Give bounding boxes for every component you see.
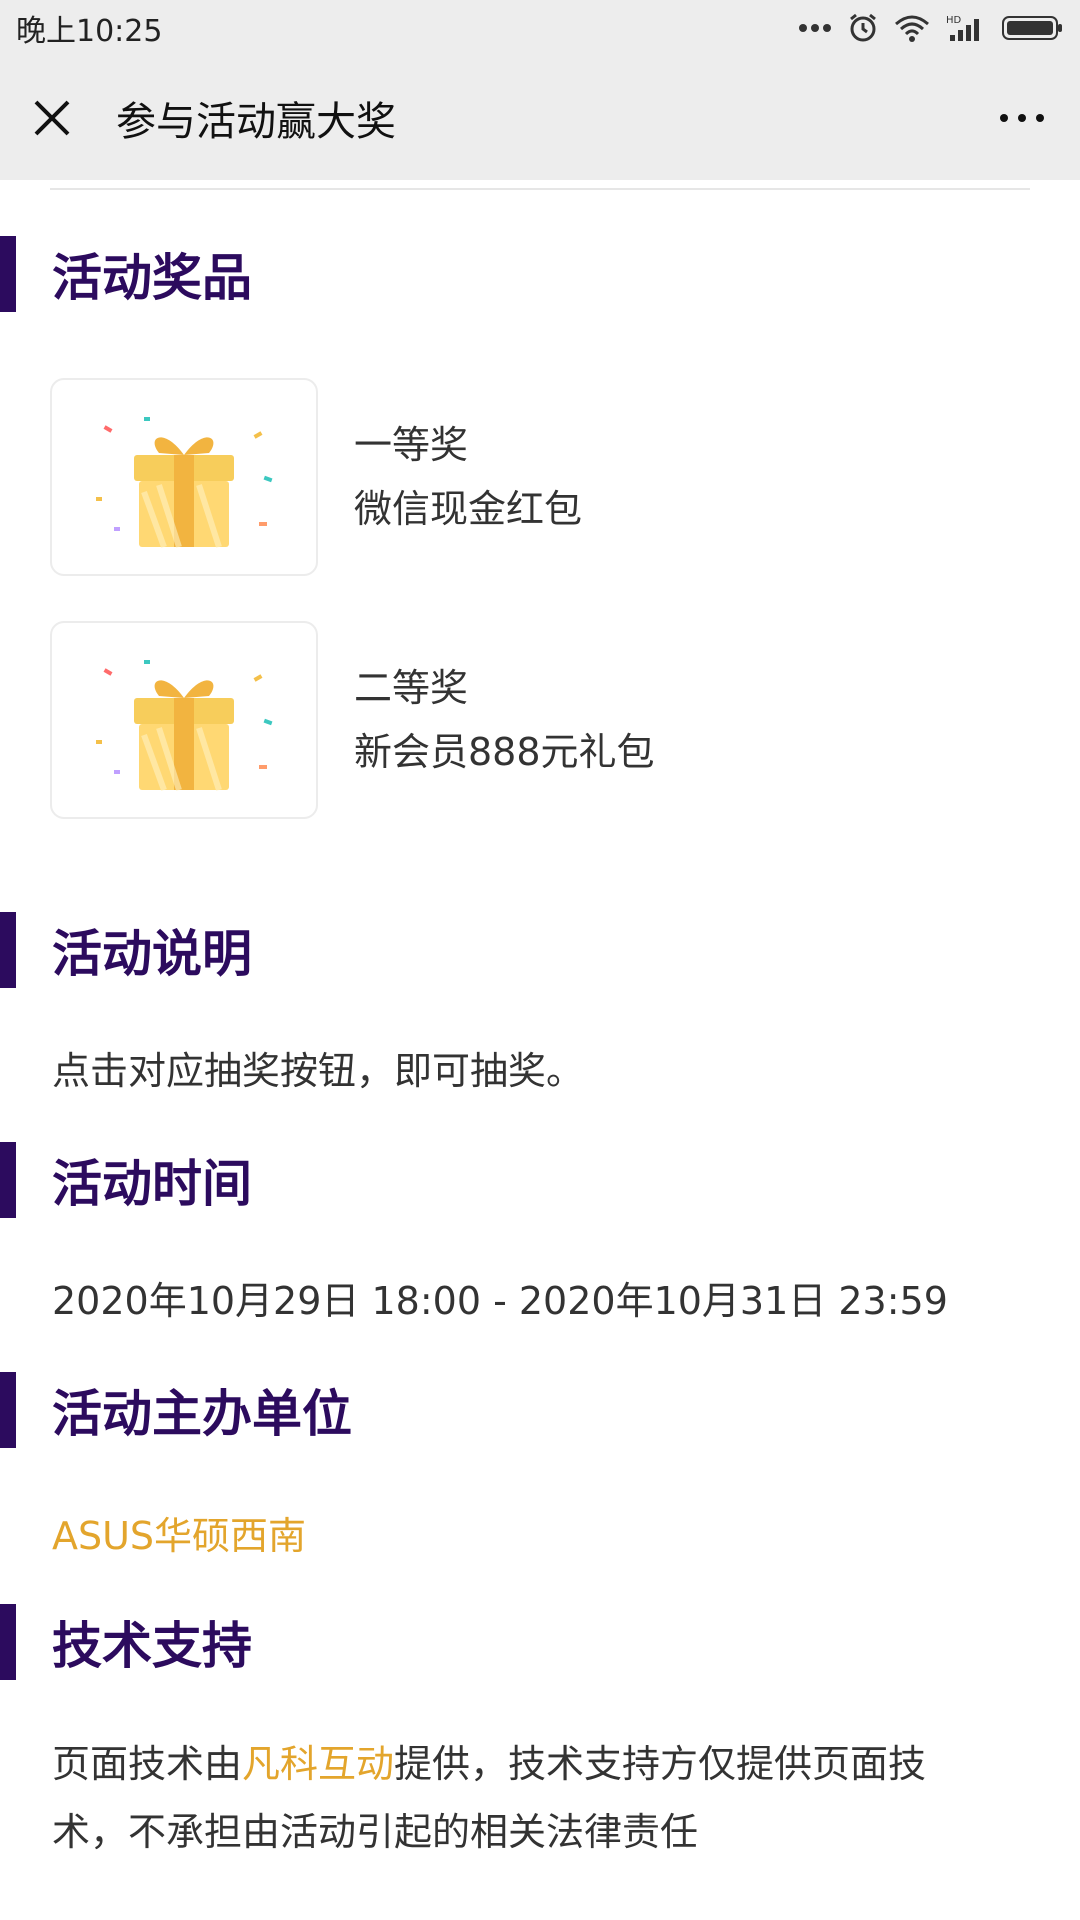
tech-support-text: 页面技术由凡科互动提供，技术支持方仅提供页面技术，不承担由活动引起的相关法律责任 — [52, 1730, 992, 1866]
prize-name: 新会员888元礼包 — [354, 730, 655, 774]
section-title-text: 活动主办单位 — [52, 1385, 352, 1443]
tech-prefix: 页面技术由 — [52, 1742, 243, 1786]
more-button[interactable] — [992, 94, 1052, 142]
prize-name: 微信现金红包 — [354, 487, 583, 531]
page-content[interactable]: 活动奖品 一等奖 微信现金红包 二等奖 新会员888元礼包 活动说明 点击对应抽… — [0, 180, 1080, 1920]
section-prizes-title: 活动奖品 — [0, 236, 252, 312]
battery-icon — [1002, 16, 1062, 40]
more-dots-icon — [799, 24, 831, 32]
hd-signal-icon: HD — [946, 15, 979, 41]
status-icons: HD — [798, 13, 1064, 43]
section-title-text: 活动说明 — [52, 925, 252, 983]
section-title-text: 技术支持 — [52, 1617, 252, 1675]
section-description-title: 活动说明 — [0, 912, 252, 988]
gift-box-icon — [96, 417, 273, 549]
time-text: 2020年10月29日 18:00 - 2020年10月31日 23:59 — [52, 1279, 948, 1323]
more-icon — [1000, 114, 1044, 122]
section-marker — [0, 236, 16, 312]
section-title-text: 活动时间 — [52, 1155, 252, 1213]
section-time-title: 活动时间 — [0, 1142, 252, 1218]
prize-image — [50, 621, 318, 819]
prize-image — [50, 378, 318, 576]
description-text: 点击对应抽奖按钮，即可抽奖。 — [52, 1049, 585, 1093]
status-bar: 晚上10:25 HD — [0, 0, 1080, 56]
gift-box-icon — [96, 660, 273, 792]
prize-item: 二等奖 新会员888元礼包 — [50, 620, 950, 820]
svg-text:HD: HD — [946, 15, 962, 26]
section-marker — [0, 1142, 16, 1218]
divider — [50, 188, 1030, 190]
wifi-icon — [895, 15, 929, 42]
close-button[interactable] — [28, 94, 76, 142]
status-time: 晚上10:25 — [16, 14, 163, 49]
tech-provider-link[interactable]: 凡科互动 — [242, 1742, 394, 1786]
prize-text: 一等奖 微信现金红包 — [354, 413, 582, 541]
prize-text: 二等奖 新会员888元礼包 — [354, 656, 655, 784]
organizer-link[interactable]: ASUS华硕西南 — [52, 1505, 306, 1560]
prize-level: 一等奖 — [354, 423, 469, 467]
prize-item: 一等奖 微信现金红包 — [50, 377, 950, 577]
alarm-icon — [850, 13, 876, 42]
close-icon — [34, 100, 70, 136]
page-title: 参与活动赢大奖 — [116, 99, 396, 145]
nav-bar: 参与活动赢大奖 — [0, 56, 1080, 180]
section-tech-title: 技术支持 — [0, 1604, 252, 1680]
section-marker — [0, 1372, 16, 1448]
prize-level: 二等奖 — [354, 666, 469, 710]
section-marker — [0, 1604, 16, 1680]
section-marker — [0, 912, 16, 988]
section-title-text: 活动奖品 — [52, 249, 252, 307]
section-organizer-title: 活动主办单位 — [0, 1372, 352, 1448]
